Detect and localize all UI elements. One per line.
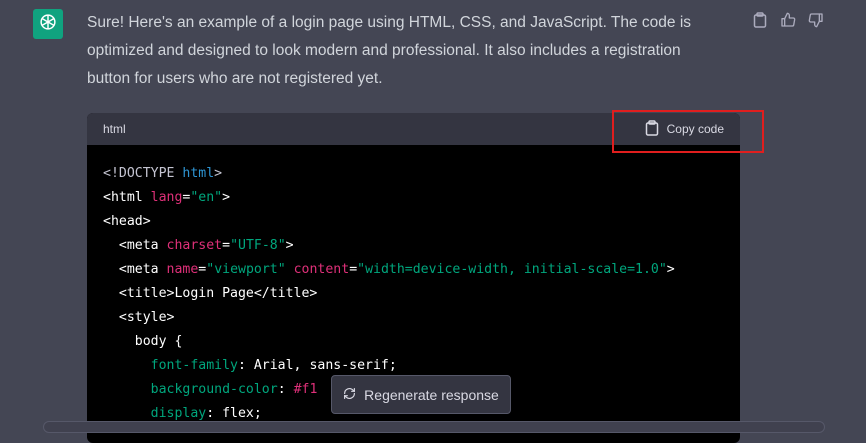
- refresh-icon: [343, 387, 356, 403]
- regenerate-response-button[interactable]: Regenerate response: [331, 375, 511, 414]
- code-token: #f1: [293, 382, 318, 397]
- code-line: <html lang="en">: [103, 186, 724, 210]
- thumbs-down-icon[interactable]: [808, 11, 824, 29]
- code-line: <title>Login Page</title>: [103, 282, 724, 306]
- code-token: <head>: [103, 214, 151, 229]
- regenerate-label: Regenerate response: [364, 386, 499, 403]
- annotation-highlight-box: [612, 110, 764, 153]
- assistant-message: Sure! Here's an example of a login page …: [87, 14, 692, 87]
- code-token: html: [182, 166, 215, 181]
- code-token: "en": [190, 190, 223, 205]
- message-actions: [752, 11, 824, 29]
- code-token: >: [222, 190, 231, 205]
- code-token: lang: [150, 190, 183, 205]
- code-token: >: [666, 262, 675, 277]
- code-token: :: [277, 382, 294, 397]
- code-token: <meta: [103, 262, 167, 277]
- copy-message-icon[interactable]: [752, 11, 768, 29]
- message-input-box[interactable]: [43, 421, 825, 433]
- code-line: <style>: [103, 306, 724, 330]
- code-line: <meta name="viewport" content="width=dev…: [103, 258, 724, 282]
- code-token: content: [293, 262, 350, 277]
- code-line: <head>: [103, 210, 724, 234]
- code-token: charset: [166, 238, 223, 253]
- code-language-label: html: [103, 122, 126, 136]
- code-token: =: [222, 238, 231, 253]
- openai-logo-icon: [37, 11, 59, 38]
- code-token: display: [150, 406, 207, 421]
- code-token: <title>Login Page</title>: [103, 286, 318, 301]
- code-token: =: [349, 262, 358, 277]
- code-token: name: [166, 262, 199, 277]
- code-token: font-family: [150, 358, 238, 373]
- code-token: <!DOCTYPE: [103, 166, 183, 181]
- code-token: <style>: [103, 310, 175, 325]
- code-token: >: [285, 238, 294, 253]
- code-token: "UTF-8": [230, 238, 286, 253]
- code-token: <html: [103, 190, 151, 205]
- code-line: body {: [103, 330, 724, 354]
- code-token: : Arial, sans-serif;: [237, 358, 397, 373]
- assistant-avatar: [33, 9, 63, 39]
- code-token: "width=device-width, initial-scale=1.0": [357, 262, 667, 277]
- code-token: >: [214, 166, 223, 181]
- code-token: background-color: [150, 382, 278, 397]
- thumbs-up-icon[interactable]: [780, 11, 796, 29]
- code-line: <meta charset="UTF-8">: [103, 234, 724, 258]
- code-token: body {: [103, 334, 183, 349]
- code-line: <!DOCTYPE html>: [103, 162, 724, 186]
- code-token: : flex;: [206, 406, 262, 421]
- code-token: <meta: [103, 238, 167, 253]
- code-token: "viewport": [206, 262, 286, 277]
